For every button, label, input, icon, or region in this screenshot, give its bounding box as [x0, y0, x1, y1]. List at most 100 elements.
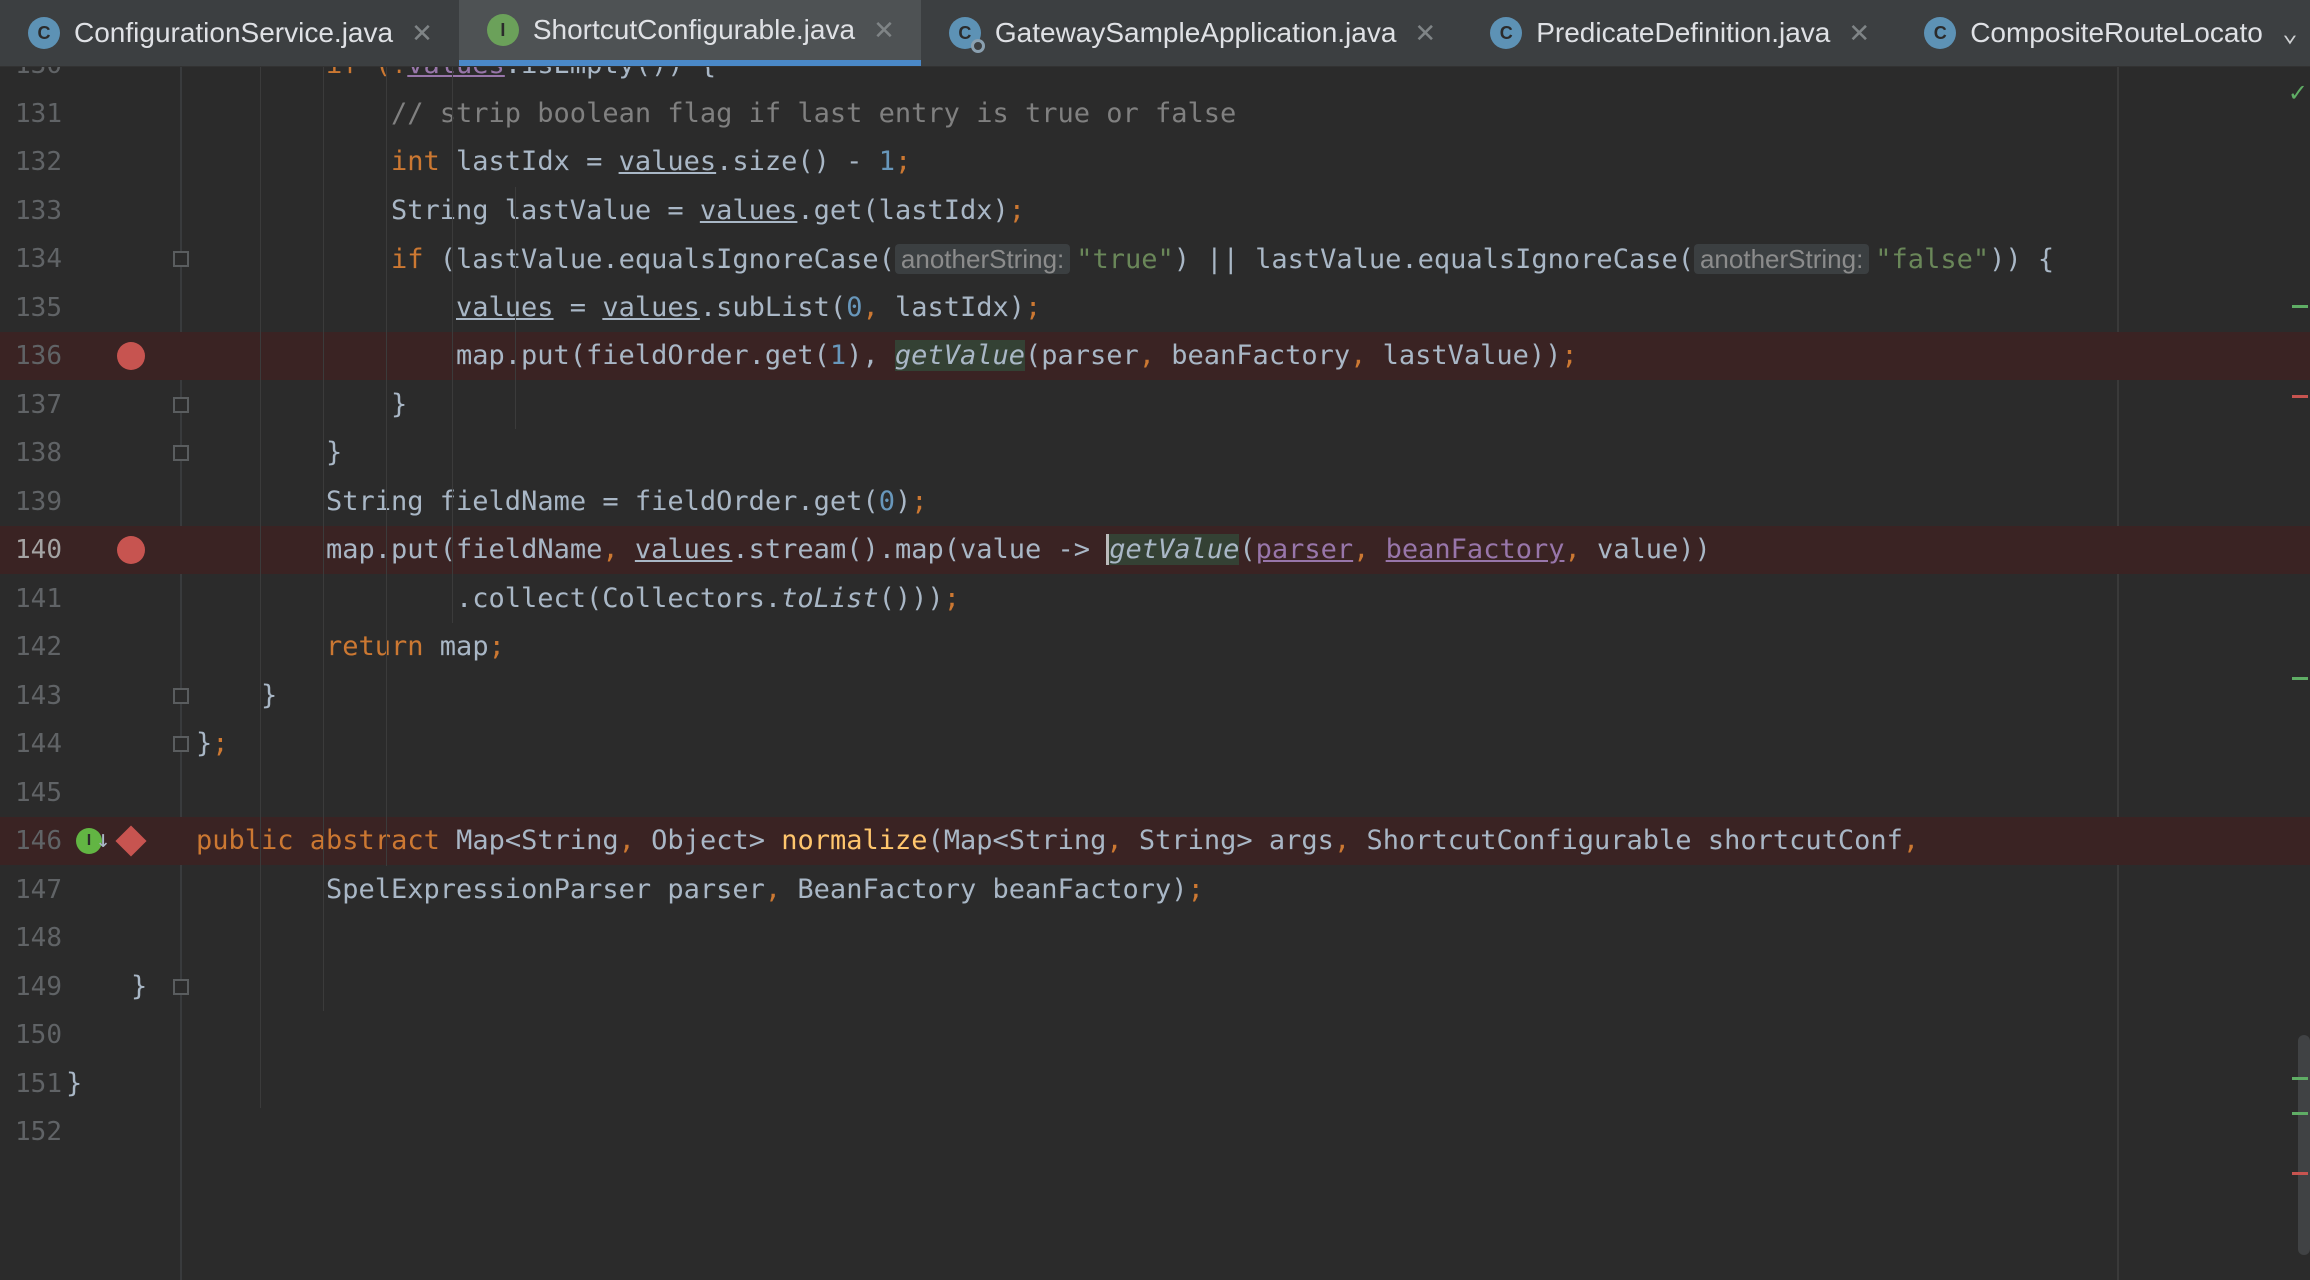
line-number[interactable]: 144: [0, 720, 62, 768]
c-class-icon: C: [1490, 17, 1523, 49]
code-token: beanFactory: [1385, 534, 1565, 565]
code-line-145[interactable]: 145: [0, 769, 2310, 817]
code-text[interactable]: }: [66, 1060, 82, 1108]
code-token: ,: [1138, 340, 1172, 371]
code-token: ,: [1333, 825, 1367, 856]
line-number[interactable]: 148: [0, 914, 62, 962]
tab-4[interactable]: C CompositeRouteLocato: [1896, 0, 2289, 66]
code-text[interactable]: values = values.subList(0, lastIdx);: [456, 284, 1041, 332]
code-line-140[interactable]: 140 map.put(fieldName, values.stream().ma…: [0, 526, 2310, 574]
code-line-152[interactable]: 152: [0, 1108, 2310, 1156]
line-number[interactable]: 142: [0, 623, 62, 671]
parameter-hint: anotherString:: [894, 244, 1071, 274]
line-number[interactable]: 130: [0, 67, 62, 89]
tab-3[interactable]: C PredicateDefinition.java ✕: [1462, 0, 1896, 66]
code-text[interactable]: };: [196, 720, 229, 768]
code-line-133[interactable]: 133 String lastValue = values.get(lastIdx…: [0, 187, 2310, 235]
code-text[interactable]: // strip boolean flag if last entry is t…: [391, 90, 1236, 138]
line-number[interactable]: 132: [0, 138, 62, 186]
code-line-131[interactable]: 131 // strip boolean flag if last entry i…: [0, 90, 2310, 138]
parameter-hint: anotherString:: [1693, 244, 1870, 274]
code-line-142[interactable]: 142 return map;: [0, 623, 2310, 671]
code-line-149[interactable]: 149}: [0, 963, 2310, 1011]
code-text[interactable]: .collect(Collectors.toList()));: [456, 575, 960, 623]
code-token: ),: [846, 340, 895, 371]
line-number[interactable]: 139: [0, 478, 62, 526]
code-line-144[interactable]: 144};: [0, 720, 2310, 768]
close-icon[interactable]: ✕: [1414, 18, 1436, 49]
line-number[interactable]: 146: [0, 817, 62, 865]
code-line-147[interactable]: 147 SpelExpressionParser parser, BeanFact…: [0, 866, 2310, 914]
line-number[interactable]: 140: [0, 526, 62, 574]
code-line-132[interactable]: 132 int lastIdx = values.size() - 1;: [0, 138, 2310, 186]
line-number[interactable]: 150: [0, 1011, 62, 1059]
code-text[interactable]: }: [326, 429, 342, 477]
code-line-151[interactable]: 151}: [0, 1060, 2310, 1108]
line-number[interactable]: 147: [0, 866, 62, 914]
fold-toggle-icon[interactable]: [173, 251, 189, 267]
code-line-134[interactable]: 134 if (lastValue.equalsIgnoreCase(anothe…: [0, 235, 2310, 283]
code-text[interactable]: if (lastValue.equalsIgnoreCase(anotherSt…: [391, 235, 2054, 284]
code-line-141[interactable]: 141 .collect(Collectors.toList()));: [0, 575, 2310, 623]
line-number[interactable]: 133: [0, 187, 62, 235]
code-text[interactable]: public abstract Map<String, Object> norm…: [196, 817, 1919, 865]
tab-label: ShortcutConfigurable.java: [532, 14, 856, 45]
line-number[interactable]: 136: [0, 332, 62, 380]
line-number[interactable]: 131: [0, 90, 62, 138]
fold-toggle-icon[interactable]: [173, 736, 189, 752]
code-text[interactable]: String fieldName = fieldOrder.get(0);: [326, 478, 927, 526]
line-number[interactable]: 137: [0, 381, 62, 429]
code-text[interactable]: SpelExpressionParser parser, BeanFactory…: [326, 866, 1204, 914]
code-line-139[interactable]: 139 String fieldName = fieldOrder.get(0);: [0, 478, 2310, 526]
code-line-130[interactable]: 130 if (!values.isEmpty()) {: [0, 67, 2310, 89]
line-number[interactable]: 135: [0, 284, 62, 332]
fold-toggle-icon[interactable]: [173, 978, 189, 995]
code-text[interactable]: }: [261, 672, 277, 720]
line-number[interactable]: 152: [0, 1108, 62, 1156]
code-text[interactable]: map.put(fieldOrder.get(1), getValue(pars…: [456, 332, 1578, 380]
code-line-135[interactable]: 135 values = values.subList(0, lastIdx);: [0, 284, 2310, 332]
code-line-148[interactable]: 148: [0, 914, 2310, 962]
close-icon[interactable]: ✕: [873, 15, 895, 46]
code-line-143[interactable]: 143}: [0, 672, 2310, 720]
code-text[interactable]: }: [391, 381, 407, 429]
code-line-138[interactable]: 138}: [0, 429, 2310, 477]
breakpoint-icon[interactable]: [117, 536, 145, 564]
line-number[interactable]: 134: [0, 235, 62, 283]
code-token: ): [894, 485, 912, 517]
code-editor[interactable]: ✓ 130if (!values.isEmpty()) {131// strip…: [0, 67, 2310, 1280]
breakpoint-icon[interactable]: [117, 342, 145, 370]
fold-toggle-icon[interactable]: [173, 445, 189, 461]
tab-0[interactable]: C ConfigurationService.java ✕: [0, 0, 459, 66]
code-text[interactable]: map.put(fieldName, values.stream().map(v…: [326, 526, 1711, 574]
code-token: String> args: [1138, 825, 1334, 856]
fold-toggle-icon[interactable]: [173, 396, 189, 413]
tab-2[interactable]: C GatewaySampleApplication.java ✕: [921, 0, 1462, 66]
code-text[interactable]: int lastIdx = values.size() - 1;: [391, 138, 911, 186]
line-number[interactable]: 149: [0, 963, 62, 1011]
chevron-down-icon[interactable]: ⌄: [2270, 0, 2310, 66]
code-text[interactable]: return map;: [326, 623, 505, 671]
line-number[interactable]: 151: [0, 1060, 62, 1108]
line-number[interactable]: 141: [0, 575, 62, 623]
close-icon[interactable]: ✕: [1848, 18, 1870, 49]
code-text[interactable]: if (!values.isEmpty()) {: [326, 67, 716, 89]
arrow-down-icon[interactable]: ↓: [96, 825, 110, 853]
code-line-137[interactable]: 137}: [0, 381, 2310, 429]
line-number[interactable]: 145: [0, 769, 62, 817]
line-number[interactable]: 143: [0, 672, 62, 720]
code-token: ShortcutConfigurable shortcutConf: [1366, 825, 1903, 856]
code-line-146[interactable]: 146 public abstract Map<String, Object> n…: [0, 817, 2310, 865]
line-number[interactable]: 138: [0, 429, 62, 477]
code-token: lastIdx): [894, 291, 1026, 323]
code-line-150[interactable]: 150: [0, 1011, 2310, 1059]
code-token: ;: [911, 485, 928, 517]
stripe-marker[interactable]: [2292, 1172, 2308, 1175]
close-icon[interactable]: ✕: [411, 18, 433, 49]
tab-1[interactable]: I ShortcutConfigurable.java ✕: [458, 0, 921, 66]
code-line-136[interactable]: 136 map.put(fieldOrder.get(1), getValue(p…: [0, 332, 2310, 380]
code-token: }: [261, 679, 278, 711]
code-text[interactable]: }: [131, 963, 147, 1011]
code-text[interactable]: String lastValue = values.get(lastIdx);: [391, 187, 1025, 235]
fold-toggle-icon[interactable]: [173, 687, 189, 704]
